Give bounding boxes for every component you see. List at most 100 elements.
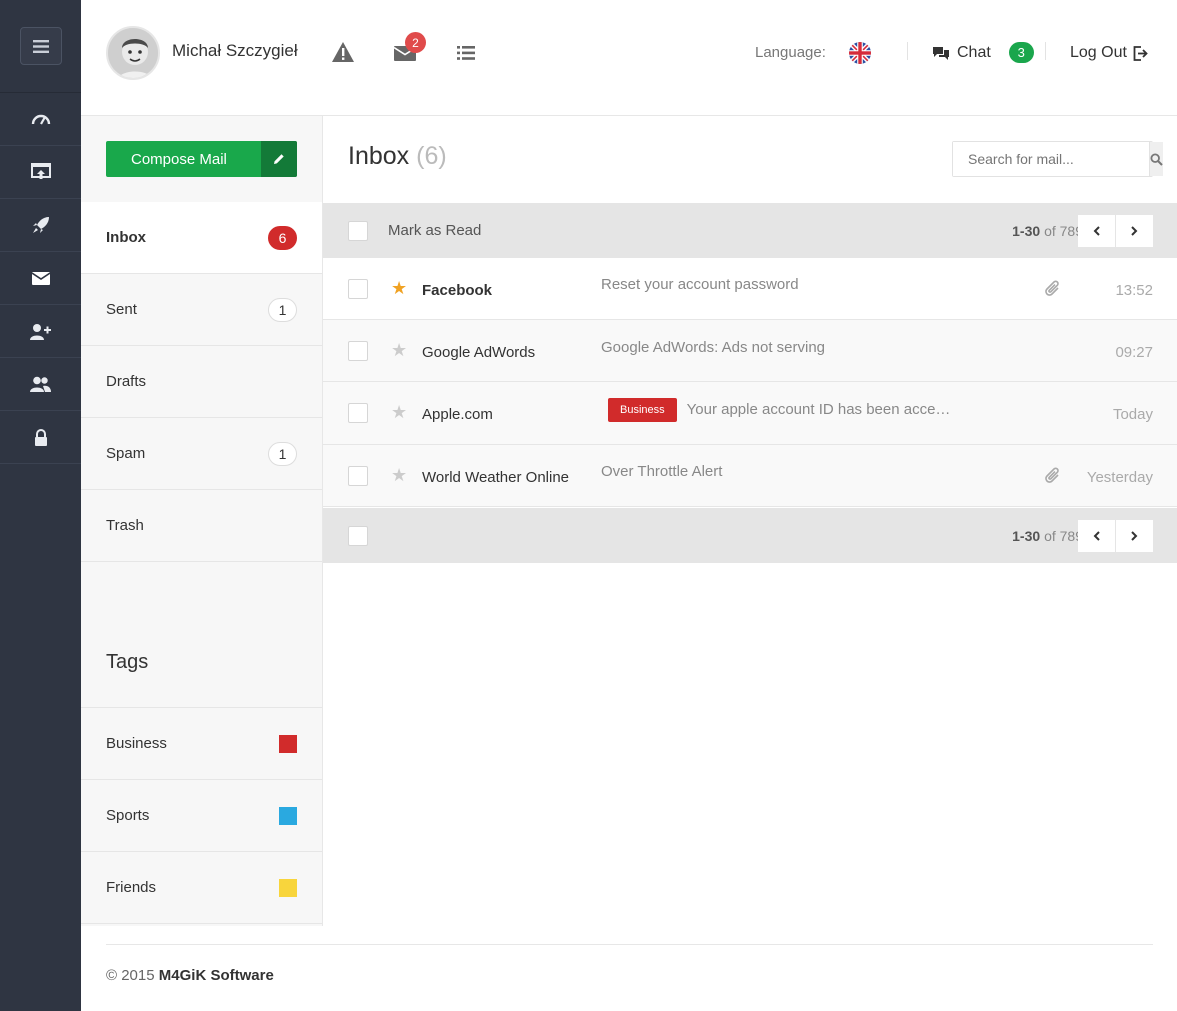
message-checkbox[interactable] [348, 341, 368, 361]
search-input[interactable] [953, 142, 1149, 176]
messages-badge: 2 [405, 32, 426, 53]
search-button[interactable] [1149, 142, 1163, 176]
tag-list: Business Sports Friends [81, 707, 322, 924]
mark-as-read-button[interactable]: Mark as Read [388, 222, 481, 239]
header-divider [907, 42, 908, 60]
logout-button[interactable]: Log Out [1070, 44, 1148, 62]
pagination-info: 1-30 of 789 [1012, 223, 1083, 239]
compose-mail-label: Compose Mail [131, 150, 227, 168]
page-title: Inbox (6) [348, 142, 447, 171]
uk-flag-icon [849, 42, 871, 64]
message-sender: Google AdWords [422, 344, 536, 361]
message-time: 09:27 [1115, 344, 1153, 361]
rocket-icon [32, 217, 49, 233]
sidebar-lock[interactable] [0, 411, 81, 464]
sidebar-mail[interactable] [0, 252, 81, 305]
message-row[interactable]: ★ World Weather Online Over Throttle Ale… [323, 445, 1177, 507]
message-checkbox[interactable] [348, 403, 368, 423]
folder-count-badge: 1 [268, 297, 297, 322]
chevron-right-icon [1131, 225, 1138, 236]
sidebar-users[interactable] [0, 358, 81, 411]
message-time: Yesterday [1086, 469, 1153, 486]
folder-spam[interactable]: Spam 1 [81, 418, 322, 490]
sign-out-icon [1133, 45, 1148, 61]
user-photo-icon [108, 28, 158, 78]
tag-label: Sports [106, 807, 150, 824]
chevron-left-icon [1093, 530, 1100, 541]
sidebar-rocket[interactable] [0, 199, 81, 252]
sidebar-top [0, 0, 81, 93]
paperclip-icon [1045, 280, 1061, 301]
inbox-toolbar-bottom: 1-30 of 789 [323, 508, 1177, 563]
message-checkbox[interactable] [348, 279, 368, 299]
select-all-checkbox[interactable] [348, 220, 368, 241]
user-name[interactable]: Michał Szczygieł [172, 41, 298, 61]
inbox-title-text: Inbox [348, 142, 410, 170]
sidebar-add-user[interactable] [0, 305, 81, 358]
chat-bubbles-icon [933, 46, 949, 60]
message-sender: World Weather Online [422, 469, 570, 486]
menu-toggle-button[interactable] [19, 27, 62, 65]
footer-copyright: © 2015 [106, 967, 159, 984]
folder-trash[interactable]: Trash [81, 490, 322, 562]
tasks-button[interactable] [457, 46, 475, 60]
tag-sports[interactable]: Sports [81, 780, 322, 852]
footer: © 2015 M4GiK Software [106, 944, 1153, 984]
chat-label: Chat [957, 43, 991, 61]
folder-drafts[interactable]: Drafts [81, 346, 322, 418]
add-user-icon [30, 323, 51, 340]
logout-label: Log Out [1070, 44, 1127, 61]
chat-button[interactable]: Chat 3 [933, 42, 1034, 63]
star-icon[interactable]: ★ [391, 278, 407, 299]
pagination-range: 1-30 [1012, 527, 1041, 544]
message-row[interactable]: ★ Google AdWords Google AdWords: Ads not… [323, 320, 1177, 382]
message-row[interactable]: ★ Apple.com Business Your apple account I… [323, 382, 1177, 445]
sidebar-dashboard[interactable] [0, 93, 81, 146]
chat-badge: 3 [1008, 42, 1034, 63]
chevron-right-icon [1131, 530, 1138, 541]
sidebar-upload[interactable] [0, 146, 81, 199]
folder-inbox[interactable]: Inbox 6 [81, 202, 322, 274]
compose-mail-button[interactable]: Compose Mail [106, 141, 297, 177]
language-flag-button[interactable] [849, 42, 871, 64]
pagination-info: 1-30 of 789 [1012, 528, 1083, 544]
message-subject-wrap: Business Your apple account ID has been a… [608, 398, 950, 422]
business-tag-badge: Business [608, 398, 677, 422]
dashboard-icon [31, 114, 50, 125]
folder-sent[interactable]: Sent 1 [81, 274, 322, 346]
prev-page-button[interactable] [1078, 214, 1115, 247]
envelope-icon [31, 271, 50, 285]
chevron-left-icon [1093, 225, 1100, 236]
folder-label: Drafts [106, 373, 147, 390]
message-subject: Reset your account password [601, 276, 799, 293]
star-icon[interactable]: ★ [391, 402, 407, 423]
message-subject: Your apple account ID has been acce… [686, 400, 951, 418]
warning-icon [332, 42, 354, 62]
inbox-title-count: (6) [416, 142, 447, 170]
icon-sidebar [0, 0, 830, 1011]
message-subject: Over Throttle Alert [601, 463, 723, 480]
search-icon [1150, 152, 1163, 166]
message-sender: Apple.com [422, 406, 493, 423]
list-icon [457, 46, 475, 60]
hamburger-icon [32, 39, 49, 53]
star-icon[interactable]: ★ [391, 465, 407, 486]
message-row[interactable]: ★ Facebook Reset your account password 1… [323, 258, 1177, 320]
avatar[interactable] [106, 26, 160, 80]
tag-friends[interactable]: Friends [81, 852, 322, 924]
message-sender: Facebook [422, 282, 493, 299]
select-all-checkbox[interactable] [348, 525, 368, 546]
tag-color-swatch [279, 734, 297, 753]
tag-business[interactable]: Business [81, 708, 322, 780]
paperclip-icon [1045, 467, 1061, 488]
folder-label: Inbox [106, 229, 146, 246]
next-page-button[interactable] [1116, 519, 1153, 552]
star-icon[interactable]: ★ [391, 340, 407, 361]
prev-page-button[interactable] [1078, 519, 1115, 552]
upload-window-icon [30, 163, 51, 179]
message-checkbox[interactable] [348, 466, 368, 486]
folder-label: Trash [106, 517, 144, 534]
next-page-button[interactable] [1116, 214, 1153, 247]
alerts-button[interactable] [331, 41, 355, 63]
pencil-icon [261, 141, 297, 177]
